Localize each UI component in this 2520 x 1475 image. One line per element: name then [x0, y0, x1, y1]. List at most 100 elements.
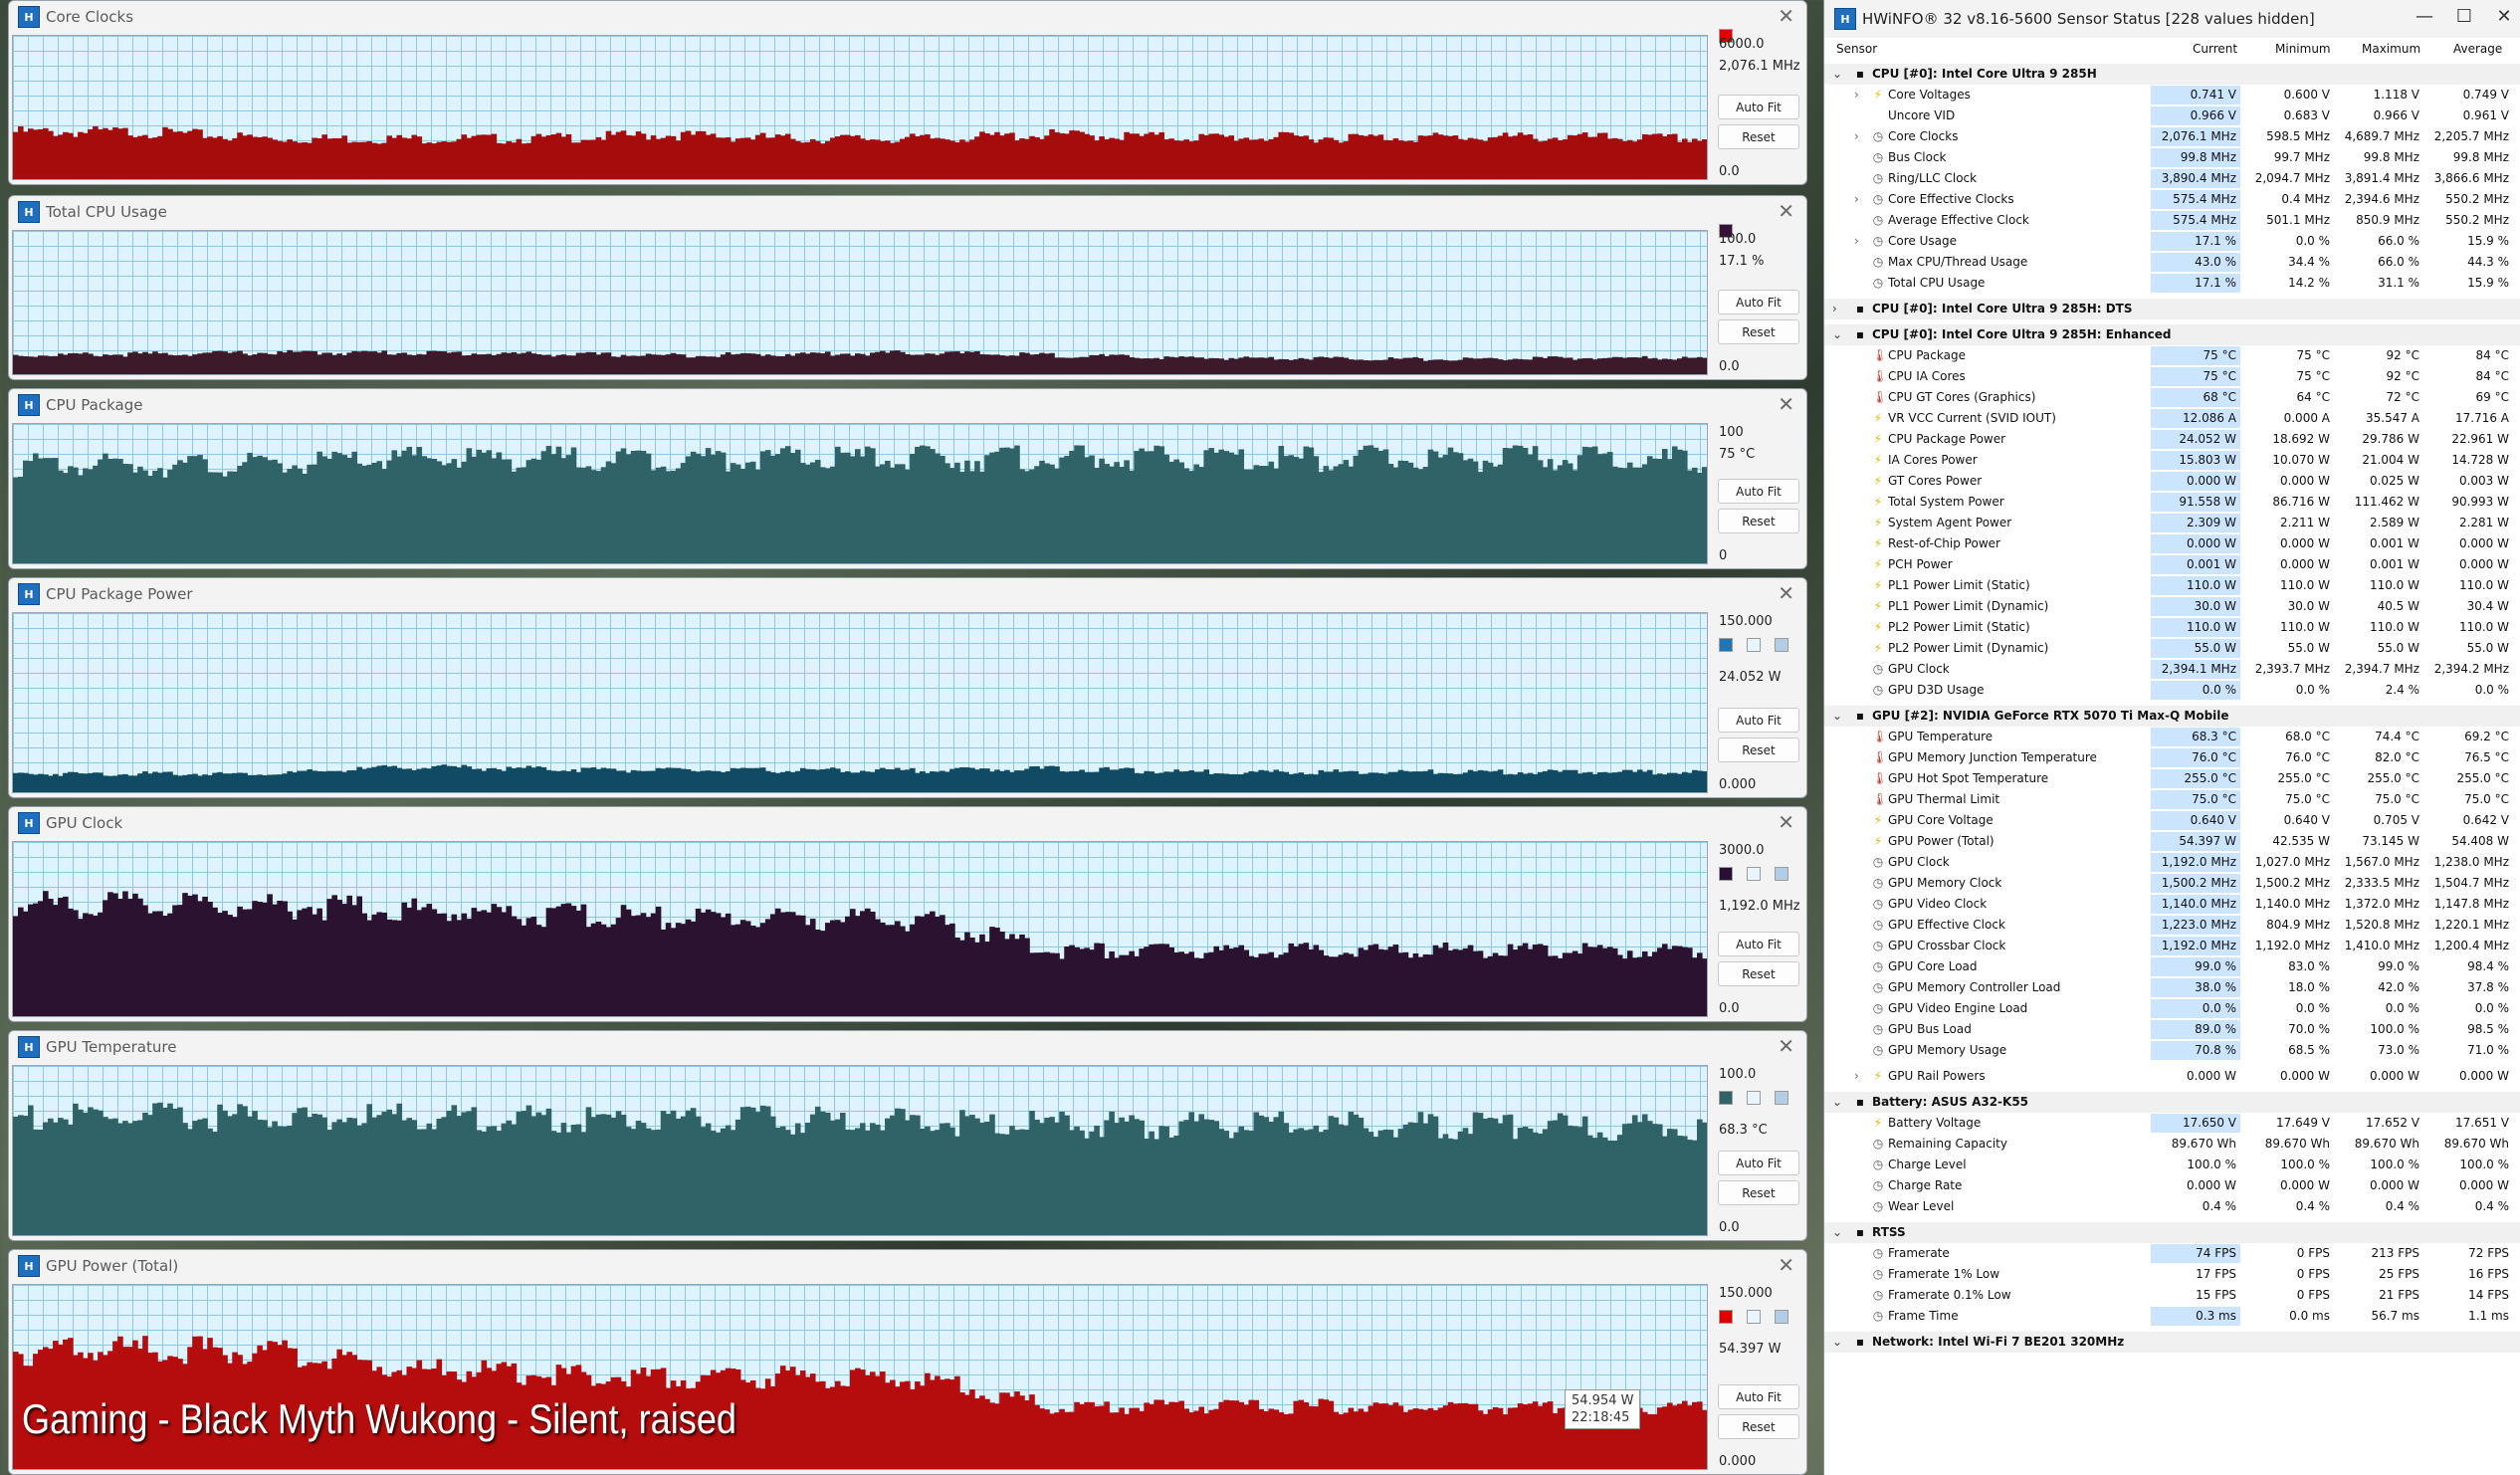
reset-button[interactable]: Reset	[1718, 319, 1799, 344]
sensor-row[interactable]: › ⚡ Core Voltages 0.741 V 0.600 V 1.118 V 0.74…	[1824, 85, 2520, 105]
sensor-row[interactable]: ⚡ PL1 Power Limit (Dynamic) 30.0 W 30.0 W 40…	[1824, 596, 2520, 617]
auto-fit-button[interactable]: Auto Fit	[1718, 932, 1799, 956]
sensor-row[interactable]: › ◷ Core Usage 17.1 % 0.0 % 66.0 % 15.9 %	[1824, 231, 2520, 252]
sensor-row[interactable]: ◷ GPU Effective Clock 1,223.0 MHz 804.9 MHz…	[1824, 915, 2520, 936]
series-color-swatch[interactable]	[1775, 638, 1788, 652]
sensor-row[interactable]: › ◷ Core Clocks 2,076.1 MHz 598.5 MHz 4,689.7…	[1824, 126, 2520, 147]
chevron-down-icon[interactable]: ⌄	[1832, 1225, 1842, 1239]
chevron-right-icon[interactable]: ›	[1832, 302, 1837, 316]
sensor-row[interactable]: ⚡ GT Cores Power 0.000 W 0.000 W 0.025 W 0.00…	[1824, 471, 2520, 492]
sensor-row[interactable]: 🌡 GPU Hot Spot Temperature 255.0 °C 255.0 °…	[1824, 768, 2520, 789]
sensor-row[interactable]: ◷ GPU Crossbar Clock 1,192.0 MHz 1,192.0 MH…	[1824, 936, 2520, 956]
column-header-minimum[interactable]: Minimum	[2275, 42, 2331, 56]
series-color-swatch[interactable]	[1775, 867, 1788, 881]
sensor-group-header[interactable]: ⌄ ▪ CPU [#0]: Intel Core Ultra 9 285H	[1824, 64, 2520, 85]
sensor-row[interactable]: ◷ Total CPU Usage 17.1 % 14.2 % 31.1 % 15.9 %	[1824, 273, 2520, 294]
sensor-row[interactable]: 🌡 GPU Memory Junction Temperature 76.0 °C 7…	[1824, 747, 2520, 768]
sensor-row[interactable]: ⚡ PL2 Power Limit (Static) 110.0 W 110.0 W1…	[1824, 617, 2520, 638]
sensor-row[interactable]: ◷ GPU Memory Usage 70.8 % 68.5 % 73.0 % 71.0 …	[1824, 1040, 2520, 1061]
sensor-row[interactable]: 🌡 CPU GT Cores (Graphics) 68 °C 64 °C 72 °C 6…	[1824, 387, 2520, 408]
expand-icon[interactable]: ›	[1854, 129, 1859, 143]
sensor-group-header[interactable]: ⌄ ▪ Network: Intel Wi-Fi 7 BE201 320MHz	[1824, 1332, 2520, 1353]
series-color-swatch[interactable]	[1747, 867, 1761, 881]
sensor-row[interactable]: ◷ Charge Level 100.0 % 100.0 % 100.0 % 100.0 …	[1824, 1155, 2520, 1175]
sensor-row[interactable]: ⚡ PL1 Power Limit (Static) 110.0 W 110.0 W1…	[1824, 575, 2520, 596]
column-header-maximum[interactable]: Maximum	[2362, 42, 2420, 56]
sensor-row[interactable]: ◷ Framerate 0.1% Low 15 FPS 0 FPS 21 FPS 14 F…	[1824, 1285, 2520, 1306]
reset-button[interactable]: Reset	[1718, 1180, 1799, 1205]
sensor-row[interactable]: 🌡 GPU Temperature 68.3 °C 68.0 °C 74.4 °C 69.…	[1824, 727, 2520, 747]
close-icon[interactable]: ✕	[1778, 1254, 1794, 1276]
close-icon[interactable]: ✕	[1778, 5, 1794, 27]
chevron-down-icon[interactable]: ⌄	[1832, 709, 1842, 723]
auto-fit-button[interactable]: Auto Fit	[1718, 1151, 1799, 1175]
sensor-row[interactable]: ⚡ Battery Voltage 17.650 V 17.649 V 17.652 V…	[1824, 1113, 2520, 1134]
series-color-swatch[interactable]	[1775, 1091, 1788, 1105]
series-color-swatch[interactable]	[1719, 638, 1733, 652]
sensor-row[interactable]: ◷ GPU Video Clock 1,140.0 MHz 1,140.0 MHz 1,…	[1824, 894, 2520, 915]
sensor-row[interactable]: ⚡ Total System Power 91.558 W 86.716 W 111.4…	[1824, 492, 2520, 513]
sensor-row[interactable]: 🌡 CPU IA Cores 75 °C 75 °C 92 °C 84 °C	[1824, 366, 2520, 387]
sensor-row[interactable]: 🌡 GPU Thermal Limit 75.0 °C 75.0 °C 75.0 °C 7…	[1824, 789, 2520, 810]
column-header-sensor[interactable]: Sensor	[1836, 42, 1877, 56]
expand-icon[interactable]: ›	[1854, 192, 1859, 206]
sensor-row[interactable]: ⚡ Rest-of-Chip Power 0.000 W 0.000 W 0.001 W…	[1824, 533, 2520, 554]
sensor-row[interactable]: ◷ GPU Bus Load 89.0 % 70.0 % 100.0 % 98.5 %	[1824, 1019, 2520, 1040]
sensor-row[interactable]: Uncore VID 0.966 V 0.683 V 0.966 V 0.961 V	[1824, 105, 2520, 126]
close-icon[interactable]: ✕	[1778, 393, 1794, 415]
sensor-group-header[interactable]: ⌄ ▪ RTSS	[1824, 1222, 2520, 1243]
auto-fit-button[interactable]: Auto Fit	[1718, 479, 1799, 504]
expand-icon[interactable]: ›	[1854, 88, 1859, 102]
chevron-down-icon[interactable]: ⌄	[1832, 327, 1842, 341]
sensor-row[interactable]: ◷ Max CPU/Thread Usage 43.0 % 34.4 % 66.0 % 4…	[1824, 252, 2520, 273]
chevron-down-icon[interactable]: ⌄	[1832, 67, 1842, 81]
sensor-row[interactable]: › ◷ Core Effective Clocks 575.4 MHz 0.4 MHz 2…	[1824, 189, 2520, 210]
sensor-row[interactable]: ◷ GPU Video Engine Load 0.0 % 0.0 % 0.0 % 0.0…	[1824, 998, 2520, 1019]
series-color-swatch[interactable]	[1747, 1091, 1761, 1105]
auto-fit-button[interactable]: Auto Fit	[1718, 290, 1799, 315]
close-icon[interactable]: ✕	[1778, 811, 1794, 833]
column-header-average[interactable]: Average	[2453, 42, 2502, 56]
sensor-row[interactable]: ◷ Frame Time 0.3 ms 0.0 ms 56.7 ms 1.1 ms	[1824, 1306, 2520, 1327]
sensor-row[interactable]: ◷ Bus Clock 99.8 MHz 99.7 MHz 99.8 MHz 99.8 M…	[1824, 147, 2520, 168]
close-icon[interactable]: ✕	[1778, 1035, 1794, 1057]
series-color-swatch[interactable]	[1719, 1091, 1733, 1105]
sensor-group-header[interactable]: › ▪ CPU [#0]: Intel Core Ultra 9 285H: DTS	[1824, 299, 2520, 319]
sensor-row[interactable]: ◷ Remaining Capacity 89.670 Wh 89.670 Wh 89.…	[1824, 1134, 2520, 1155]
close-icon[interactable]: ✕	[2489, 6, 2519, 27]
sensor-row[interactable]: ⚡ IA Cores Power 15.803 W 10.070 W 21.004 W1…	[1824, 450, 2520, 471]
column-header-current[interactable]: Current	[2193, 42, 2237, 56]
reset-button[interactable]: Reset	[1718, 1414, 1799, 1439]
maximize-icon[interactable]: ☐	[2449, 6, 2479, 27]
sensor-row[interactable]: ◷ Framerate 1% Low 17 FPS 0 FPS 25 FPS 16 FPS	[1824, 1264, 2520, 1285]
close-icon[interactable]: ✕	[1778, 582, 1794, 604]
series-color-swatch[interactable]	[1747, 1310, 1761, 1324]
sensor-row[interactable]: ◷ Framerate 74 FPS 0 FPS 213 FPS 72 FPS	[1824, 1243, 2520, 1264]
auto-fit-button[interactable]: Auto Fit	[1718, 1384, 1799, 1409]
series-color-swatch[interactable]	[1719, 867, 1733, 881]
sensor-row[interactable]: ⚡ VR VCC Current (SVID IOUT) 12.086 A 0.000…	[1824, 408, 2520, 429]
sensor-row[interactable]: ◷ Wear Level 0.4 % 0.4 % 0.4 % 0.4 %	[1824, 1196, 2520, 1217]
auto-fit-button[interactable]: Auto Fit	[1718, 95, 1799, 119]
sensor-row[interactable]: ◷ Ring/LLC Clock 3,890.4 MHz 2,094.7 MHz 3,8…	[1824, 168, 2520, 189]
series-color-swatch[interactable]	[1775, 1310, 1788, 1324]
sensor-group-header[interactable]: ⌄ ▪ GPU [#2]: NVIDIA GeForce RTX 5070 Ti M…	[1824, 706, 2520, 727]
minimize-icon[interactable]: —	[2410, 6, 2439, 27]
reset-button[interactable]: Reset	[1718, 124, 1799, 149]
chevron-down-icon[interactable]: ⌄	[1832, 1335, 1842, 1349]
sensor-row[interactable]: › ⚡ GPU Rail Powers 0.000 W 0.000 W 0.000 W 0.…	[1824, 1066, 2520, 1087]
sensor-row[interactable]: ◷ GPU Memory Controller Load 38.0 % 18.0 % 4…	[1824, 977, 2520, 998]
series-color-swatch[interactable]	[1719, 1310, 1733, 1324]
sensor-row[interactable]: ⚡ System Agent Power 2.309 W 2.211 W 2.589 W…	[1824, 513, 2520, 533]
sensor-row[interactable]: ◷ Charge Rate 0.000 W 0.000 W 0.000 W 0.000 W	[1824, 1175, 2520, 1196]
sensor-row[interactable]: ⚡ GPU Core Voltage 0.640 V 0.640 V 0.705 V 0.…	[1824, 810, 2520, 831]
sensor-row[interactable]: ◷ GPU Memory Clock 1,500.2 MHz 1,500.2 MHz 2…	[1824, 873, 2520, 894]
sensor-row[interactable]: ⚡ PCH Power 0.001 W 0.000 W 0.001 W 0.000 W	[1824, 554, 2520, 575]
expand-icon[interactable]: ›	[1854, 234, 1859, 248]
expand-icon[interactable]: ›	[1854, 1069, 1859, 1083]
sensor-row[interactable]: 🌡 CPU Package 75 °C 75 °C 92 °C 84 °C	[1824, 345, 2520, 366]
sensor-row[interactable]: ◷ GPU D3D Usage 0.0 % 0.0 % 2.4 % 0.0 %	[1824, 680, 2520, 701]
reset-button[interactable]: Reset	[1718, 738, 1799, 762]
reset-button[interactable]: Reset	[1718, 509, 1799, 533]
sensor-row[interactable]: ◷ GPU Core Load 99.0 % 83.0 % 99.0 % 98.4 %	[1824, 956, 2520, 977]
